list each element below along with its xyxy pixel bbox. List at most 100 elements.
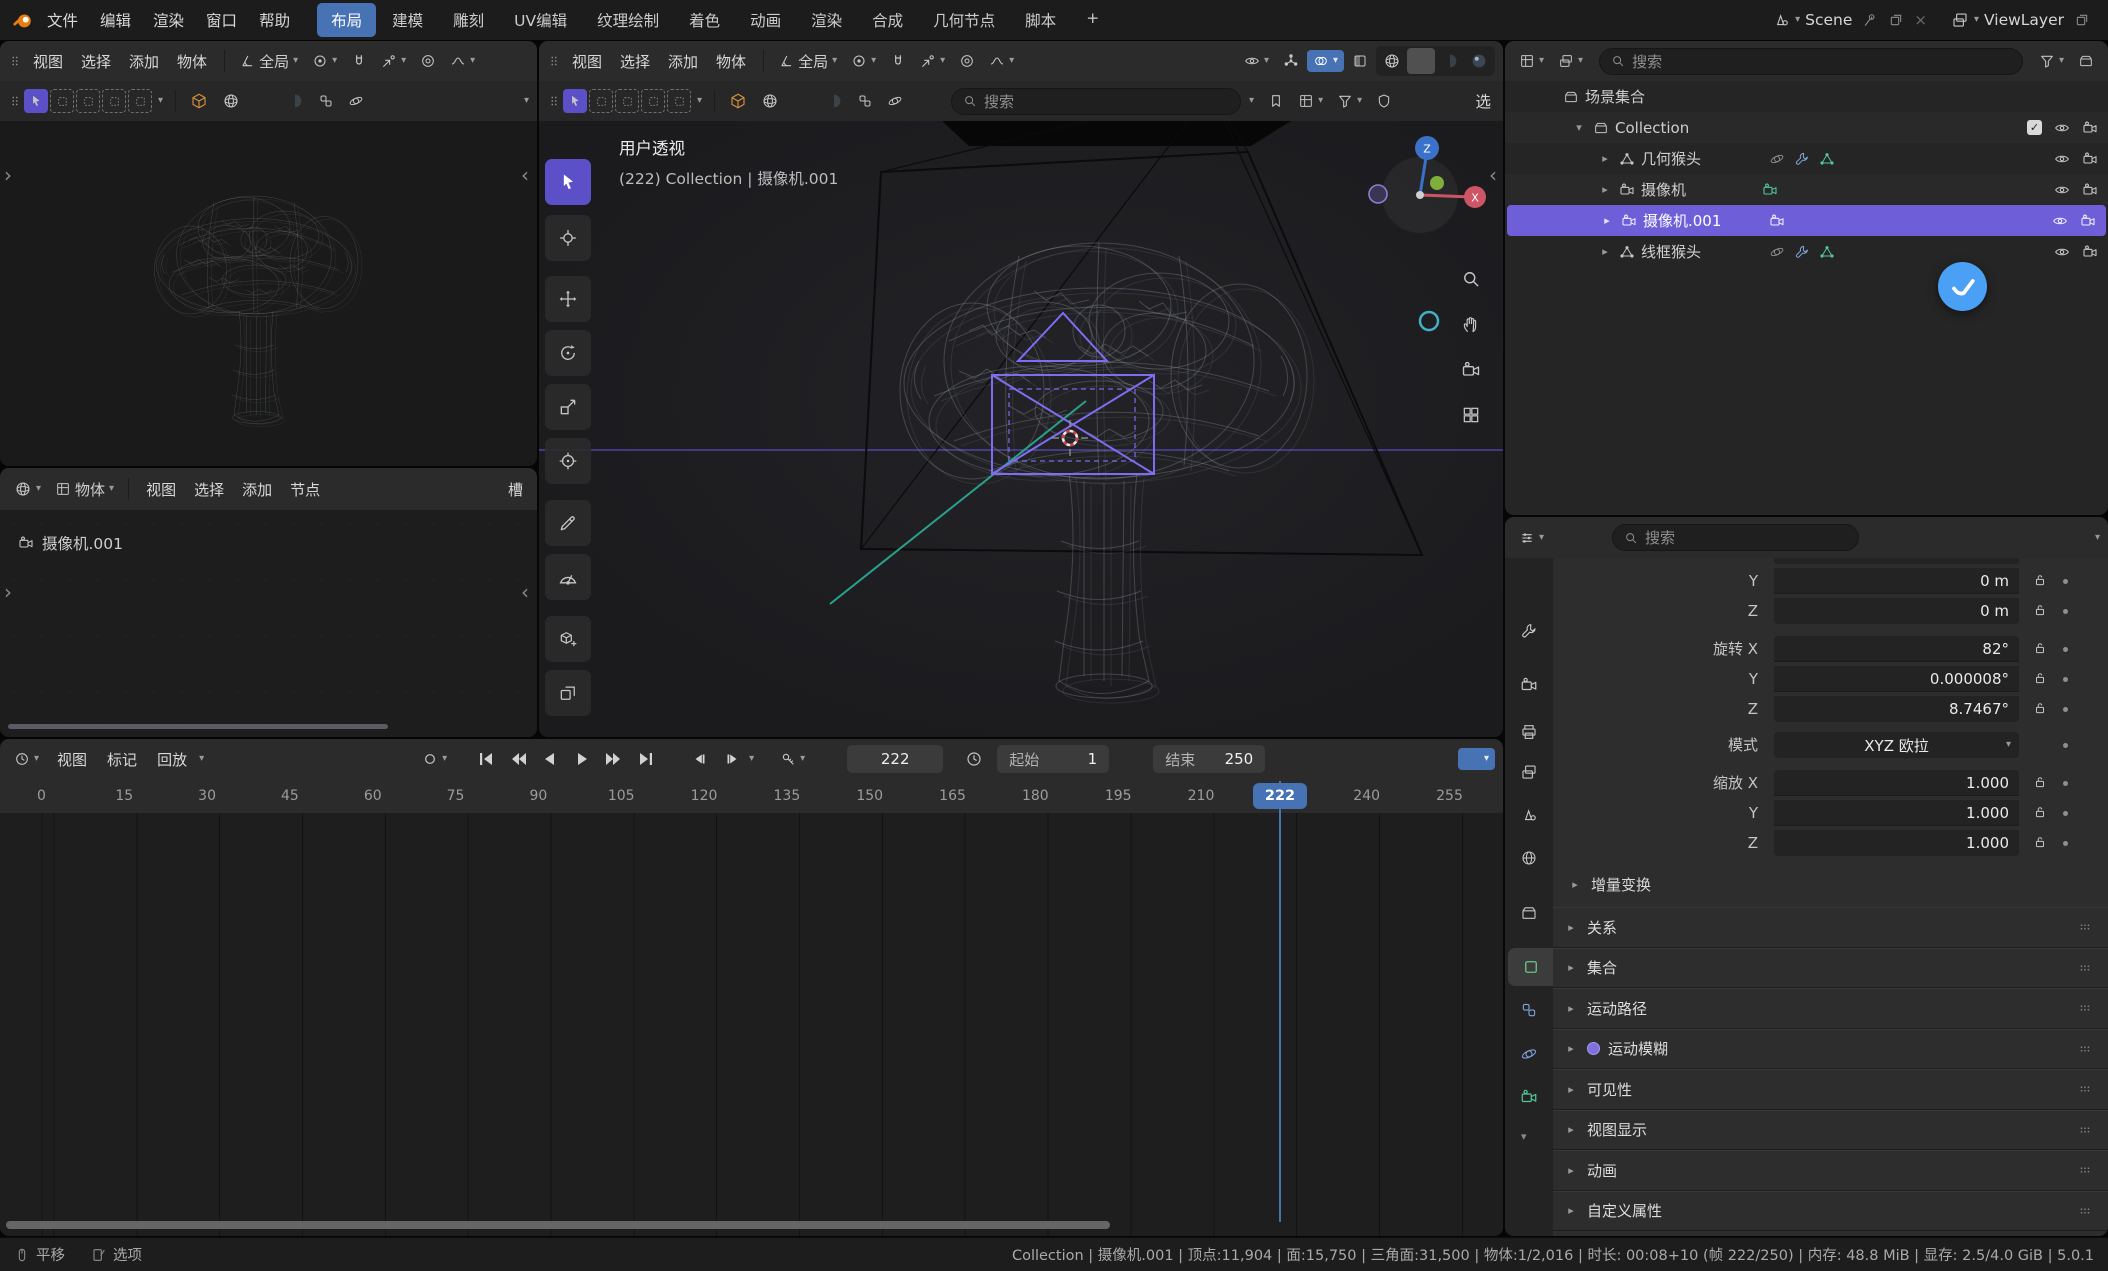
tool-rotate[interactable] [545, 330, 591, 376]
tool-move[interactable] [545, 276, 591, 322]
editor-grip-icon[interactable] [8, 54, 22, 68]
step-back-button[interactable] [685, 746, 715, 772]
shading-material-button[interactable] [819, 89, 849, 113]
node-object-selector[interactable]: 物体▾ [49, 476, 120, 503]
select-mode-subtract[interactable] [76, 89, 100, 113]
node-editor-canvas[interactable]: 摄像机.001 › ‹ [0, 510, 537, 737]
display-mode-dropdown[interactable]: ▾ [1552, 50, 1589, 72]
viewport-menu-item[interactable]: 选择 [611, 48, 659, 75]
frame-end-field[interactable]: 结束250 [1153, 745, 1265, 773]
outliner-row-camera[interactable]: ▸ 摄像机 [1505, 174, 2108, 205]
lock-icon[interactable] [2033, 603, 2047, 617]
camera-body-silhouette[interactable] [942, 121, 1291, 146]
play-reverse-button[interactable] [535, 746, 565, 772]
gizmo-minus-axis[interactable] [1369, 185, 1387, 203]
show-gizmo-toggle[interactable] [1277, 50, 1305, 72]
lock-icon[interactable] [2033, 671, 2047, 685]
viewport-left-canvas[interactable]: › ‹ [0, 121, 537, 466]
workspace-tab[interactable]: + [1072, 3, 1113, 37]
object-type-cube-button[interactable] [184, 89, 214, 113]
field-location-z[interactable]: 0 m [1774, 598, 2019, 624]
workspace-tab[interactable]: 合成 [858, 3, 917, 37]
select-mode-extend[interactable] [589, 89, 613, 113]
pivot-point-dropdown[interactable]: ▾ [845, 50, 882, 72]
animate-dot[interactable] [2063, 579, 2068, 584]
prev-keyframe-button[interactable] [503, 746, 533, 772]
camera-frustum[interactable] [861, 121, 1422, 555]
region-toggle-right[interactable]: ‹ [1489, 165, 1497, 185]
auto-key-toggle[interactable]: ▾ [416, 748, 453, 770]
blender-logo-icon[interactable] [12, 9, 34, 31]
region-toggle-left[interactable]: › [4, 582, 12, 602]
viewport-3d-canvas[interactable]: 用户透视 (222) Collection | 摄像机.001 Z [539, 121, 1503, 737]
delta-transform-subpanel[interactable]: ▸增量变换 [1553, 870, 2108, 898]
shading-material-button[interactable] [280, 89, 310, 113]
region-toggle-right[interactable]: ‹ [521, 582, 529, 602]
tab-tool[interactable] [1508, 612, 1550, 650]
viewport-menu-item[interactable]: 添加 [120, 48, 168, 75]
animate-dot[interactable] [2063, 841, 2068, 846]
timeline-tracks[interactable] [0, 813, 1503, 1236]
shading-solid-button[interactable] [1407, 48, 1435, 74]
viewport-menu-item[interactable]: 视图 [24, 48, 72, 75]
node-menu-item[interactable]: 选择 [185, 476, 233, 503]
pivot-point-dropdown[interactable]: ▾ [306, 50, 343, 72]
properties-section-header[interactable]: ▸ 集合 [1553, 948, 2108, 989]
copy-scene-icon[interactable] [1888, 12, 1904, 28]
hide-eye-icon[interactable] [2054, 120, 2070, 136]
node-menu-item[interactable]: 添加 [233, 476, 281, 503]
bookmark-button[interactable] [1262, 90, 1290, 112]
properties-options[interactable]: ▾ [2095, 533, 2100, 543]
disable-render-icon[interactable] [2082, 244, 2098, 260]
tool-cursor[interactable] [545, 215, 591, 261]
lock-icon[interactable] [2033, 775, 2047, 789]
animate-dot[interactable] [2063, 677, 2068, 682]
properties-section-header[interactable]: ▸ 视图显示 [1553, 1110, 2108, 1151]
properties-section-header[interactable]: ▸ 运动路径 [1553, 988, 2108, 1029]
play-button[interactable] [567, 746, 597, 772]
topbar-menu-item[interactable]: 文件 [36, 6, 89, 34]
viewport-search-input[interactable]: 搜索 [951, 88, 1241, 115]
lock-icon[interactable] [2033, 835, 2047, 849]
tab-world[interactable] [1508, 839, 1550, 877]
tool-scale[interactable] [545, 384, 591, 430]
field-rotation-x[interactable]: 82° [1774, 636, 2019, 662]
collection-checkbox[interactable]: ✓ [2027, 120, 2042, 135]
workspace-tab[interactable]: 雕刻 [439, 3, 498, 37]
show-overlays-toggle[interactable]: ▾ [1307, 50, 1344, 72]
disable-render-icon[interactable] [2082, 151, 2098, 167]
viewport-menu-item[interactable]: 选择 [72, 48, 120, 75]
outliner-row-wire-mesh[interactable]: ▸ 线框猴头 [1505, 236, 2108, 267]
camera-view-button[interactable] [1453, 352, 1489, 388]
field-scale-z[interactable]: 1.000 [1774, 830, 2019, 856]
tool-grip-icon[interactable] [8, 94, 22, 108]
tool-transform[interactable] [545, 438, 591, 484]
object-type-cube-button[interactable] [723, 89, 753, 113]
tab-physics[interactable] [1508, 1035, 1550, 1073]
tool-add-cube[interactable] [545, 616, 591, 662]
hide-eye-icon[interactable] [2054, 151, 2070, 167]
pin-icon[interactable] [1862, 12, 1878, 28]
select-mode-invert[interactable] [102, 89, 126, 113]
properties-section-header[interactable]: ▸ 可见性 [1553, 1069, 2108, 1110]
shading-sphere-button[interactable] [216, 89, 246, 113]
playhead-badge[interactable]: 222 [1253, 783, 1307, 809]
topbar-menu-item[interactable]: 编辑 [89, 6, 142, 34]
tool-grip-icon[interactable] [547, 94, 561, 108]
topbar-menu-item[interactable]: 窗口 [195, 6, 248, 34]
properties-section-header[interactable]: ▸ 运动模糊 [1553, 1029, 2108, 1070]
ticktick-badge[interactable] [1938, 262, 1987, 311]
viewlayer-selector[interactable]: ▾ ViewLayer [1951, 11, 2064, 29]
workspace-tab[interactable]: 脚本 [1011, 3, 1070, 37]
topbar-menu-item[interactable]: 帮助 [248, 6, 301, 34]
orbit-button[interactable] [342, 90, 370, 112]
panel-grip-icon[interactable] [2078, 1204, 2092, 1218]
gizmo-y-ball[interactable] [1430, 176, 1444, 190]
region-toggle-right[interactable]: ‹ [521, 165, 529, 185]
panel-grip-icon[interactable] [2078, 1001, 2092, 1015]
editor-type-dropdown[interactable]: ▾ [1513, 50, 1550, 72]
clipped-select-menu[interactable]: 选 [1471, 87, 1495, 115]
tab-render[interactable] [1508, 666, 1550, 704]
properties-section-header[interactable]: ▸ 动画 [1553, 1150, 2108, 1191]
outliner-row-collection[interactable]: ▾ Collection ✓ [1505, 112, 2108, 143]
